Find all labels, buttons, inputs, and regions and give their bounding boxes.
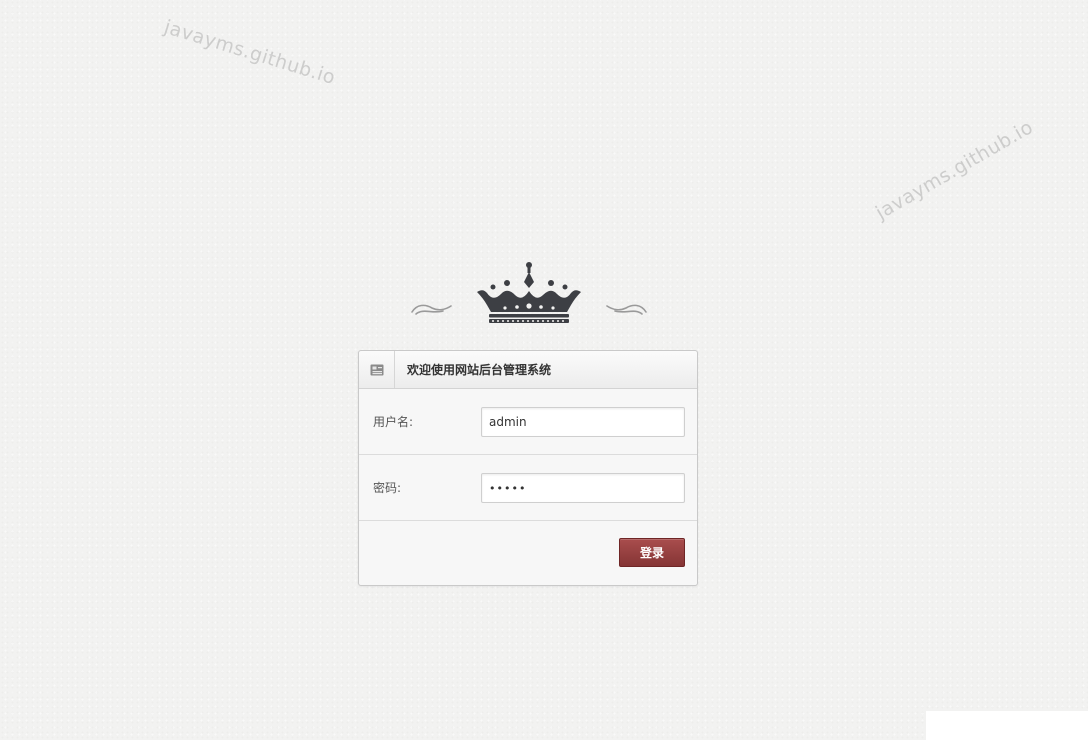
login-button[interactable]: 登录 xyxy=(619,538,685,567)
swirl-ornament-left-icon xyxy=(411,304,452,315)
swirl-ornament-right-icon xyxy=(606,304,647,315)
watermark-text: javayms.github.io xyxy=(872,116,1038,225)
panel-header-icon-box xyxy=(359,351,395,388)
id-card-icon xyxy=(370,364,383,375)
panel-title: 欢迎使用网站后台管理系统 xyxy=(407,363,552,377)
password-row: 密码: xyxy=(359,455,697,521)
logo-crown-area xyxy=(405,258,655,328)
crown-icon xyxy=(477,262,581,323)
password-label: 密码: xyxy=(373,481,402,495)
corner-blank-area xyxy=(926,711,1088,740)
panel-header: 欢迎使用网站后台管理系统 xyxy=(359,351,697,389)
username-row: 用户名: xyxy=(359,389,697,455)
login-panel: 欢迎使用网站后台管理系统 用户名: 密码: 登录 xyxy=(358,350,698,586)
password-input[interactable] xyxy=(481,473,685,503)
username-label: 用户名: xyxy=(373,415,414,429)
panel-footer: 登录 xyxy=(359,521,697,584)
username-input[interactable] xyxy=(481,407,685,437)
watermark-text: javayms.github.io xyxy=(161,16,339,90)
